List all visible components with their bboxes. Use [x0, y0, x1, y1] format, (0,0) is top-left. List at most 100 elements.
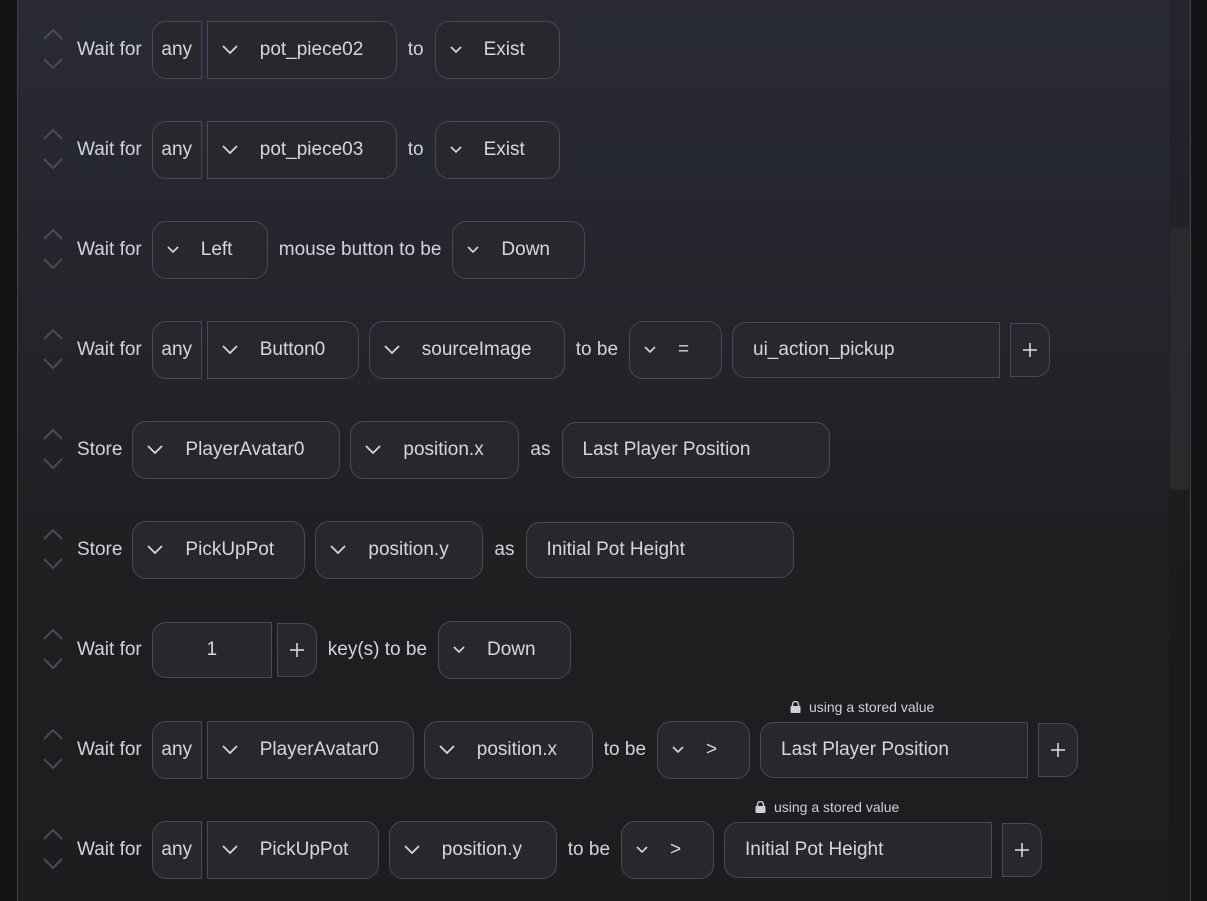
step-row: Wait for any pot_piece02 to Exist — [40, 20, 560, 80]
quantifier-toggle[interactable]: any — [151, 821, 202, 879]
chevron-down-icon — [384, 345, 400, 355]
chevron-down-icon — [167, 246, 179, 254]
chevron-down-icon — [404, 845, 420, 855]
step-verb: Wait for — [77, 839, 142, 860]
step-verb: Wait for — [77, 39, 142, 60]
connector-text: to be — [603, 739, 647, 760]
step-row: Wait for any PickUpPot position.y to be … — [40, 820, 1043, 880]
chevron-down-icon — [450, 146, 462, 154]
operator-select-value: = — [678, 339, 690, 360]
move-down-icon[interactable] — [43, 757, 63, 771]
plus-icon — [289, 643, 304, 657]
move-up-icon[interactable] — [43, 827, 63, 841]
operator-select[interactable]: > — [657, 721, 751, 779]
object-select-value: PlayerAvatar0 — [185, 439, 305, 460]
stored-name-input[interactable]: Last Player Position — [561, 422, 830, 478]
object-select-value: Button0 — [259, 339, 326, 360]
state-select[interactable]: Exist — [434, 121, 560, 179]
operator-select[interactable]: > — [621, 821, 715, 879]
connector-text: to be — [567, 839, 611, 860]
step-verb: Wait for — [77, 739, 142, 760]
object-select-value: PickUpPot — [259, 839, 349, 860]
move-up-icon[interactable] — [43, 527, 63, 541]
object-select-value: PlayerAvatar0 — [259, 739, 379, 760]
object-select[interactable]: pot_piece02 — [206, 21, 397, 79]
add-value-button[interactable] — [1010, 323, 1051, 377]
step-verb: Store — [77, 539, 123, 560]
plus-icon — [1015, 843, 1030, 857]
object-select-value: pot_piece02 — [259, 39, 364, 60]
chevron-down-icon — [147, 545, 164, 555]
chevron-down-icon — [672, 746, 684, 754]
object-select[interactable]: PickUpPot — [206, 821, 379, 879]
move-down-icon[interactable] — [43, 457, 63, 471]
chevron-down-icon — [222, 145, 238, 155]
move-up-icon[interactable] — [43, 427, 63, 441]
step-verb: Wait for — [77, 139, 142, 160]
step-row: Wait for any PlayerAvatar0 position.x to… — [40, 720, 1079, 780]
property-select-value: position.x — [476, 739, 558, 760]
move-up-icon[interactable] — [43, 127, 63, 141]
mouse-button-select[interactable]: Left — [151, 221, 268, 279]
move-down-icon[interactable] — [43, 557, 63, 571]
state-select-value: Exist — [483, 39, 525, 60]
move-down-icon[interactable] — [43, 357, 63, 371]
step-row: Wait for any pot_piece03 to Exist — [40, 120, 560, 180]
scrollbar-thumb[interactable] — [1170, 227, 1189, 490]
chevron-down-icon — [467, 246, 479, 254]
add-value-button[interactable] — [1038, 723, 1079, 777]
quantifier-toggle[interactable]: any — [151, 21, 202, 79]
move-up-icon[interactable] — [43, 727, 63, 741]
quantifier-toggle[interactable]: any — [151, 721, 202, 779]
move-down-icon[interactable] — [43, 257, 63, 271]
property-select[interactable]: sourceImage — [368, 321, 565, 379]
object-select[interactable]: PlayerAvatar0 — [132, 421, 341, 479]
property-select[interactable]: position.y — [315, 521, 484, 579]
move-up-icon[interactable] — [43, 27, 63, 41]
quantifier-toggle[interactable]: any — [151, 321, 202, 379]
state-select-value: Down — [501, 239, 550, 260]
connector-text: to be — [575, 339, 619, 360]
chevron-down-icon — [450, 46, 462, 54]
object-select[interactable]: pot_piece03 — [206, 121, 397, 179]
connector-text: as — [494, 539, 515, 560]
move-up-icon[interactable] — [43, 327, 63, 341]
move-up-icon[interactable] — [43, 627, 63, 641]
object-select[interactable]: PlayerAvatar0 — [206, 721, 414, 779]
move-down-icon[interactable] — [43, 657, 63, 671]
property-select[interactable]: position.x — [423, 721, 593, 779]
chevron-down-icon — [644, 346, 656, 354]
state-select[interactable]: Down — [452, 221, 586, 279]
quantifier-toggle[interactable]: any — [151, 121, 202, 179]
chevron-down-icon — [365, 445, 382, 455]
state-select[interactable]: Down — [438, 621, 572, 679]
property-select[interactable]: position.x — [350, 421, 520, 479]
property-select-value: position.x — [403, 439, 484, 460]
move-down-icon[interactable] — [43, 57, 63, 71]
move-down-icon[interactable] — [43, 857, 63, 871]
state-select[interactable]: Exist — [434, 21, 560, 79]
lock-icon — [755, 801, 766, 813]
chevron-down-icon — [439, 745, 455, 755]
object-select[interactable]: PickUpPot — [132, 521, 306, 579]
value-input[interactable]: Initial Pot Height — [724, 822, 993, 878]
move-down-icon[interactable] — [43, 157, 63, 171]
stored-name-input[interactable]: Initial Pot Height — [525, 522, 794, 578]
stored-value-hint: using a stored value — [755, 799, 899, 815]
lock-icon — [790, 701, 801, 713]
step-verb: Wait for — [77, 239, 142, 260]
object-select[interactable]: Button0 — [206, 321, 359, 379]
plus-icon — [1023, 343, 1038, 357]
add-value-button[interactable] — [1002, 823, 1043, 877]
move-up-icon[interactable] — [43, 227, 63, 241]
operator-select[interactable]: = — [629, 321, 723, 379]
value-input[interactable]: ui_action_pickup — [732, 322, 1001, 378]
property-select[interactable]: position.y — [388, 821, 557, 879]
property-select-value: sourceImage — [421, 339, 532, 360]
chevron-down-icon — [147, 445, 164, 455]
reorder-control — [40, 520, 66, 580]
key-count-input[interactable]: 1 — [151, 622, 272, 678]
connector-text: key(s) to be — [327, 639, 428, 660]
add-key-button[interactable] — [276, 623, 317, 677]
value-input[interactable]: Last Player Position — [760, 722, 1029, 778]
